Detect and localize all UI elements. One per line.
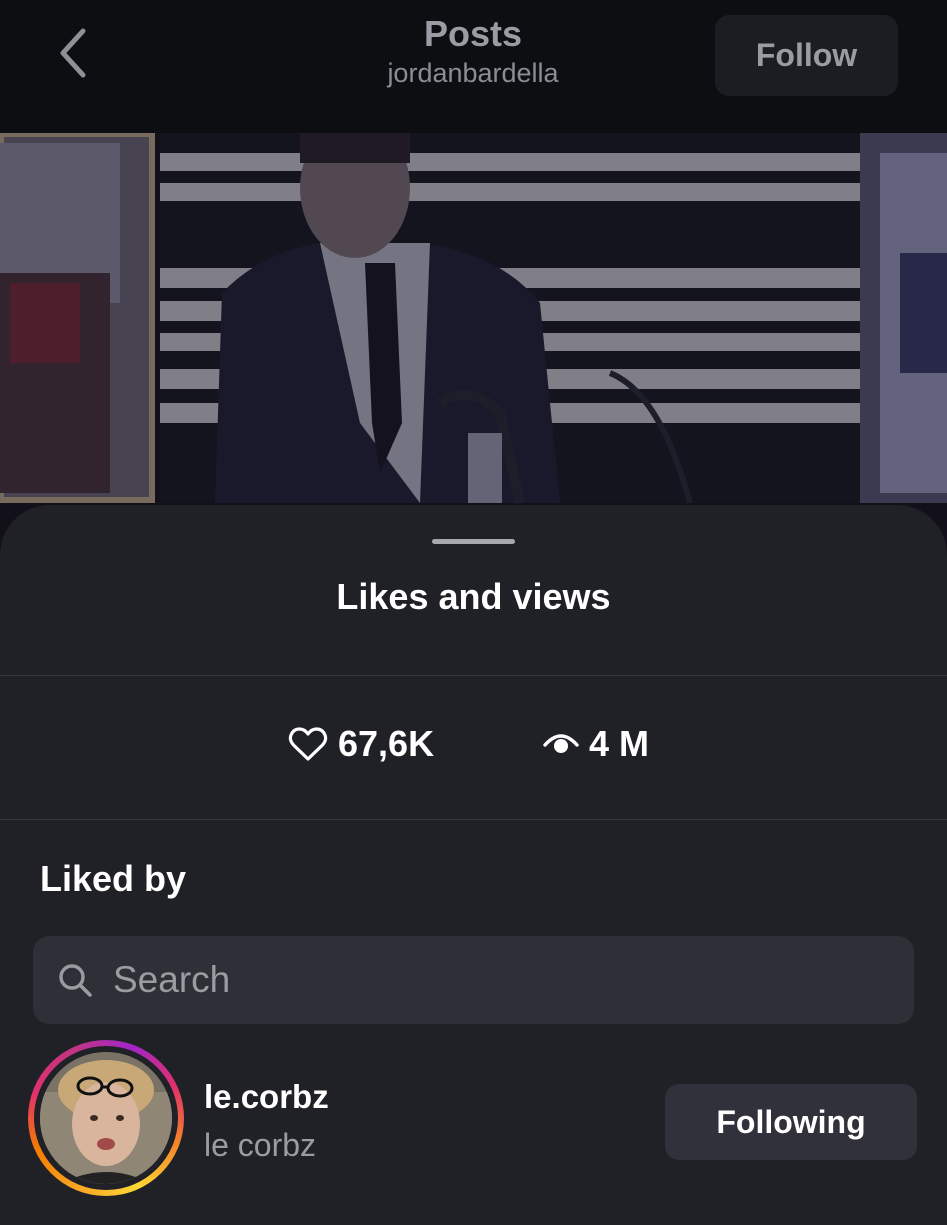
account-username: jordanbardella bbox=[387, 58, 559, 88]
eye-icon bbox=[543, 729, 579, 759]
sheet-grabber-handle[interactable] bbox=[432, 539, 515, 544]
back-button[interactable] bbox=[38, 20, 108, 90]
post-video[interactable] bbox=[0, 133, 947, 553]
sheet-title: Likes and views bbox=[336, 576, 611, 617]
views-count: 4 M bbox=[589, 723, 650, 764]
divider bbox=[0, 675, 947, 676]
views-stat: 4 M bbox=[543, 723, 649, 765]
search-input[interactable] bbox=[111, 949, 914, 1011]
following-button[interactable]: Following bbox=[665, 1084, 917, 1160]
likes-count: 67,6K bbox=[338, 723, 435, 764]
user-full-name: le corbz bbox=[204, 1127, 317, 1163]
follow-button[interactable]: Follow bbox=[715, 15, 898, 96]
divider bbox=[0, 819, 947, 820]
post-stats: 67,6K 4 M bbox=[0, 723, 947, 777]
likes-views-sheet: Likes and views 67,6K 4 M Liked by Searc… bbox=[0, 505, 947, 1225]
chevron-left-icon bbox=[55, 27, 91, 84]
avatar[interactable] bbox=[40, 1052, 172, 1184]
story-ring[interactable] bbox=[28, 1040, 184, 1196]
top-bar: Posts jordanbardella Follow bbox=[0, 0, 947, 133]
search-icon bbox=[55, 960, 95, 1000]
page-title: Posts bbox=[423, 13, 523, 54]
user-username[interactable]: le.corbz bbox=[204, 1076, 329, 1118]
header-title-block: Posts jordanbardella bbox=[273, 12, 673, 90]
list-item[interactable]: le.corbz le corbz Following bbox=[0, 1040, 947, 1200]
search-bar[interactable] bbox=[33, 936, 914, 1024]
liked-by-heading: Liked by bbox=[40, 858, 187, 899]
likes-stat: 67,6K bbox=[288, 723, 434, 765]
heart-outline-icon bbox=[288, 726, 328, 762]
